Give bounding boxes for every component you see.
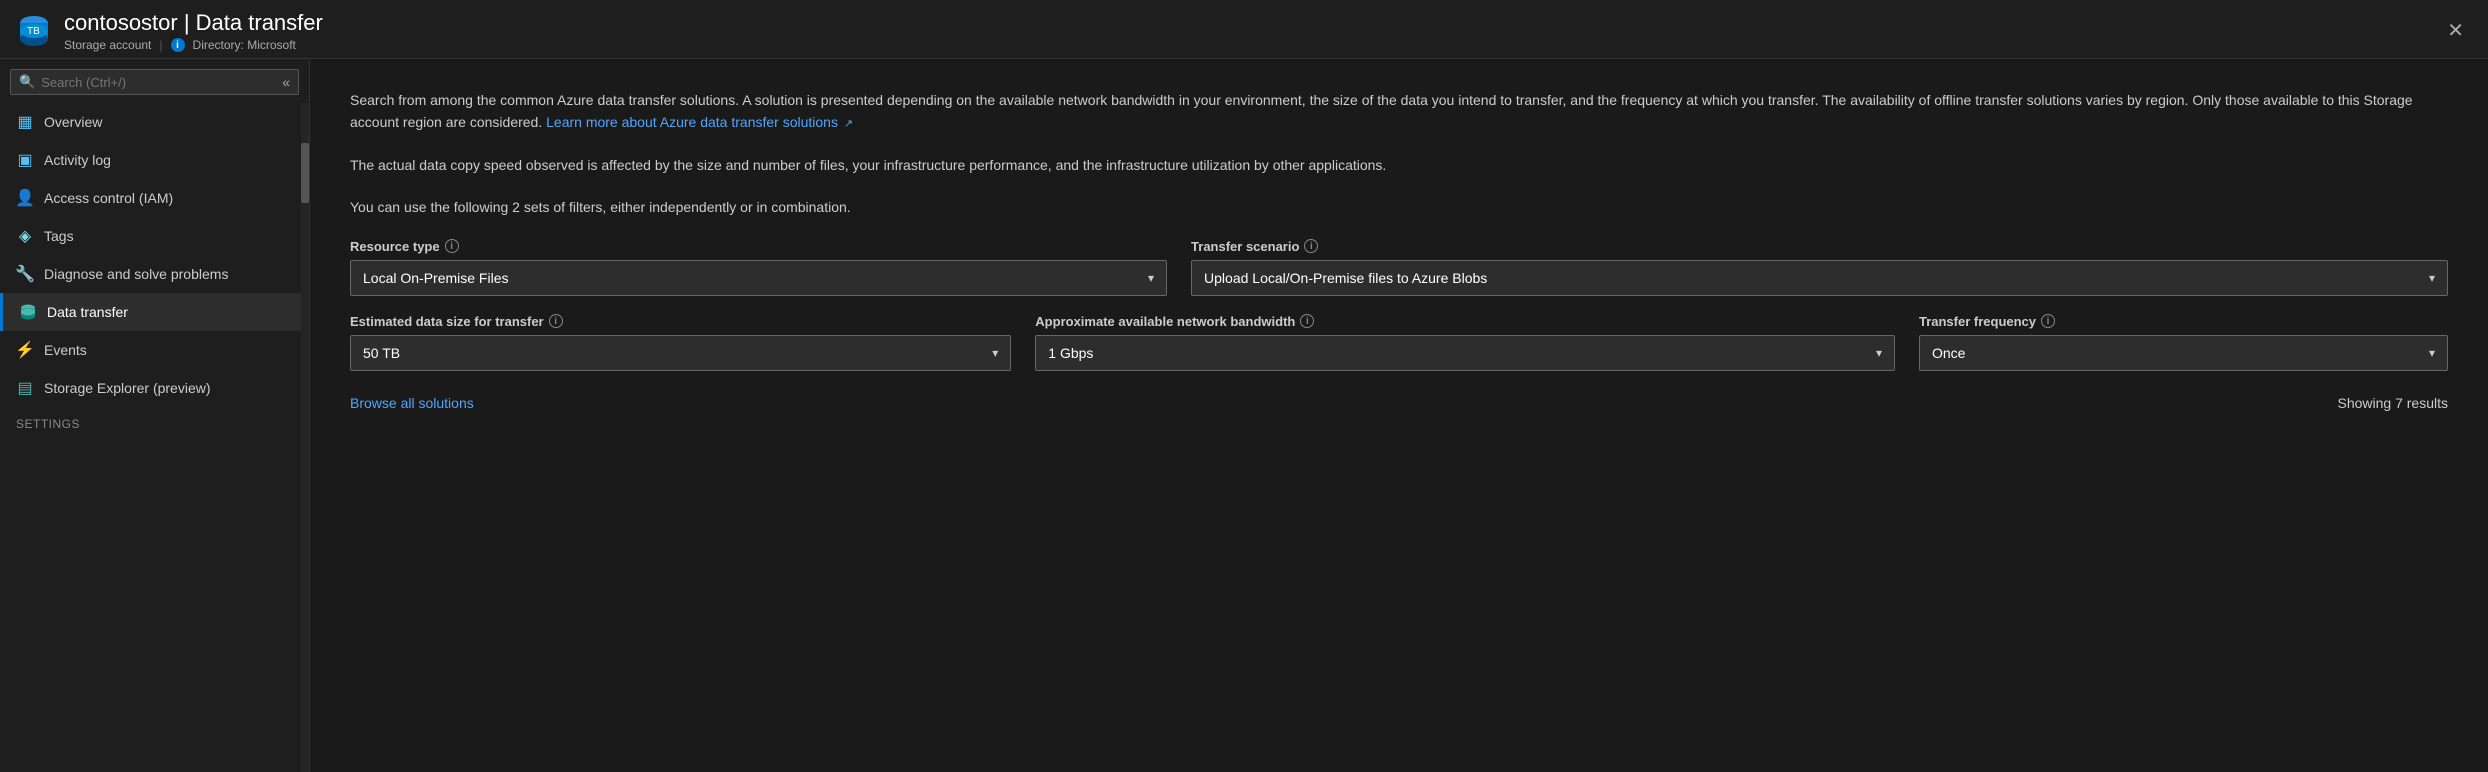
sidebar-item-label: Tags: [44, 228, 285, 244]
data-size-chevron: ▾: [992, 346, 998, 360]
data-transfer-icon: [19, 303, 37, 321]
sidebar-item-iam[interactable]: 👤 Access control (IAM): [0, 179, 301, 217]
sidebar-item-diagnose[interactable]: 🔧 Diagnose and solve problems: [0, 255, 301, 293]
content-area: Search from among the common Azure data …: [310, 59, 2488, 772]
search-input[interactable]: [41, 75, 276, 90]
title-left: TB contosostor | Data transfer Storage a…: [16, 10, 323, 52]
frequency-chevron: ▾: [2429, 346, 2435, 360]
nav-list: ▦ Overview ▣ Activity log 👤 Access contr…: [0, 103, 301, 772]
storage-account-icon: TB: [16, 13, 52, 49]
activity-log-icon: ▣: [16, 151, 34, 169]
scroll-track[interactable]: [301, 103, 309, 772]
bandwidth-label: Approximate available network bandwidth …: [1035, 314, 1895, 329]
filter-row-2: Estimated data size for transfer i 50 TB…: [350, 314, 2448, 371]
svg-text:TB: TB: [27, 26, 40, 37]
main-layout: 🔍 « ▦ Overview ▣ Activity log 👤 Access c…: [0, 59, 2488, 772]
collapse-icon[interactable]: «: [282, 74, 290, 90]
filter-group-data-size: Estimated data size for transfer i 50 TB…: [350, 314, 1011, 371]
sidebar-item-activity-log[interactable]: ▣ Activity log: [0, 141, 301, 179]
description-block-1: Search from among the common Azure data …: [350, 89, 2448, 134]
transfer-scenario-label: Transfer scenario i: [1191, 239, 2448, 254]
sidebar-item-tags[interactable]: ◈ Tags: [0, 217, 301, 255]
data-size-label: Estimated data size for transfer i: [350, 314, 1011, 329]
sidebar-item-label: Overview: [44, 114, 285, 130]
title-bar: TB contosostor | Data transfer Storage a…: [0, 0, 2488, 59]
sidebar-item-data-transfer[interactable]: Data transfer: [0, 293, 301, 331]
data-size-select[interactable]: 50 TB ▾: [350, 335, 1011, 371]
filter-group-bandwidth: Approximate available network bandwidth …: [1035, 314, 1895, 371]
external-link-icon: ↗: [844, 118, 853, 130]
bandwidth-chevron: ▾: [1876, 346, 1882, 360]
frequency-label: Transfer frequency i: [1919, 314, 2448, 329]
filter-section: Resource type i Local On-Premise Files ▾…: [350, 239, 2448, 371]
transfer-scenario-select[interactable]: Upload Local/On-Premise files to Azure B…: [1191, 260, 2448, 296]
sidebar-item-label: Activity log: [44, 152, 285, 168]
frequency-info-icon[interactable]: i: [2041, 314, 2055, 328]
description-block-3: You can use the following 2 sets of filt…: [350, 196, 2448, 218]
transfer-scenario-value: Upload Local/On-Premise files to Azure B…: [1204, 270, 1487, 286]
data-size-info-icon[interactable]: i: [549, 314, 563, 328]
filter-group-frequency: Transfer frequency i Once ▾: [1919, 314, 2448, 371]
sidebar-item-label: Events: [44, 342, 285, 358]
close-button[interactable]: ✕: [2439, 17, 2472, 45]
description-text-3: You can use the following 2 sets of filt…: [350, 196, 2448, 218]
title-text: contosostor | Data transfer Storage acco…: [64, 10, 323, 52]
browse-all-link[interactable]: Browse all solutions: [350, 395, 474, 411]
search-bar[interactable]: 🔍 «: [10, 69, 299, 95]
events-icon: ⚡: [16, 341, 34, 359]
resource-type-value: Local On-Premise Files: [363, 270, 509, 286]
storage-explorer-icon: ▤: [16, 379, 34, 397]
sidebar-item-storage-explorer[interactable]: ▤ Storage Explorer (preview): [0, 369, 301, 407]
data-size-value: 50 TB: [363, 345, 400, 361]
filter-group-resource-type: Resource type i Local On-Premise Files ▾: [350, 239, 1167, 296]
resource-type-chevron: ▾: [1148, 271, 1154, 285]
resource-type-info-icon[interactable]: i: [445, 239, 459, 253]
diagnose-icon: 🔧: [16, 265, 34, 283]
page-title: contosostor | Data transfer: [64, 10, 323, 36]
resource-type-label: Resource type i: [350, 239, 1167, 254]
info-badge: i: [171, 38, 185, 52]
transfer-scenario-chevron: ▾: [2429, 271, 2435, 285]
description-block-2: The actual data copy speed observed is a…: [350, 154, 2448, 176]
resource-type-select[interactable]: Local On-Premise Files ▾: [350, 260, 1167, 296]
sidebar-item-events[interactable]: ⚡ Events: [0, 331, 301, 369]
filter-row-1: Resource type i Local On-Premise Files ▾…: [350, 239, 2448, 296]
frequency-value: Once: [1932, 345, 1965, 361]
sidebar-item-label: Access control (IAM): [44, 190, 285, 206]
sidebar-item-label: Diagnose and solve problems: [44, 266, 285, 282]
search-icon: 🔍: [19, 74, 35, 90]
bandwidth-value: 1 Gbps: [1048, 345, 1093, 361]
footer-row: Browse all solutions Showing 7 results: [350, 395, 2448, 411]
results-count: Showing 7 results: [2337, 395, 2448, 411]
sidebar-item-overview[interactable]: ▦ Overview: [0, 103, 301, 141]
directory-label: Directory: Microsoft: [193, 38, 296, 52]
overview-icon: ▦: [16, 113, 34, 131]
bandwidth-select[interactable]: 1 Gbps ▾: [1035, 335, 1895, 371]
iam-icon: 👤: [16, 189, 34, 207]
bandwidth-info-icon[interactable]: i: [1300, 314, 1314, 328]
frequency-select[interactable]: Once ▾: [1919, 335, 2448, 371]
sidebar-item-label: Data transfer: [47, 304, 285, 320]
filter-group-transfer-scenario: Transfer scenario i Upload Local/On-Prem…: [1191, 239, 2448, 296]
settings-header: Settings: [0, 407, 301, 437]
scroll-thumb: [301, 143, 309, 203]
separator: |: [159, 38, 162, 52]
transfer-scenario-info-icon[interactable]: i: [1304, 239, 1318, 253]
storage-account-label: Storage account: [64, 38, 151, 52]
description-text-2: The actual data copy speed observed is a…: [350, 154, 2448, 176]
learn-more-link[interactable]: Learn more about Azure data transfer sol…: [546, 114, 853, 130]
title-meta: Storage account | i Directory: Microsoft: [64, 38, 323, 52]
tags-icon: ◈: [16, 227, 34, 245]
sidebar-item-label: Storage Explorer (preview): [44, 380, 285, 396]
sidebar: 🔍 « ▦ Overview ▣ Activity log 👤 Access c…: [0, 59, 310, 772]
